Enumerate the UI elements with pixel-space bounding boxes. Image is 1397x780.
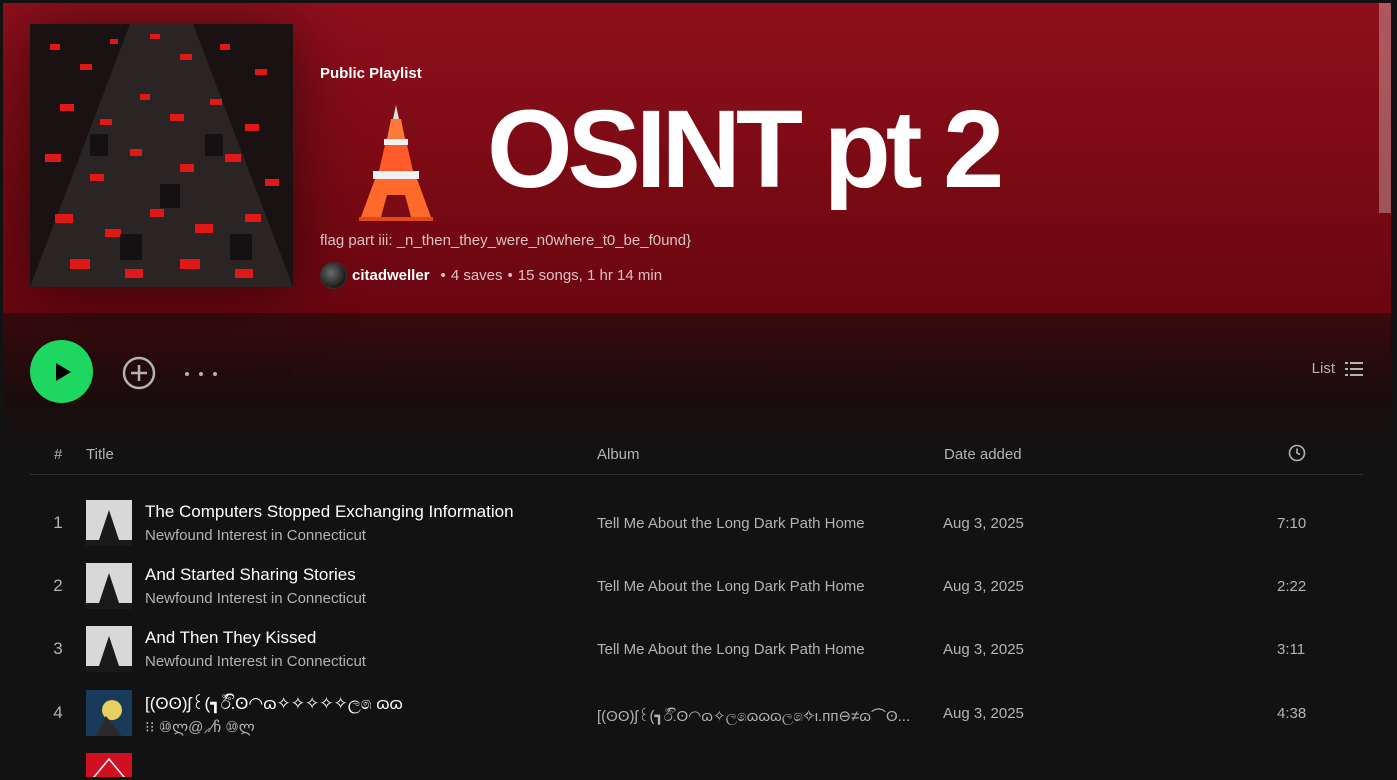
track-artist[interactable]: Newfound Interest in Connecticut (145, 527, 366, 544)
track-title[interactable]: And Then They Kissed (145, 628, 316, 648)
track-row[interactable]: 4 [(ʘʘ)ʃ꒰(┓ඊ.ිʘ◠ɷ✧✧✧✧✧ල෧ ɷɷ ⁝⁝ ⑩ლ@⸝⁄ჩ ⑩ლ… (30, 683, 1363, 746)
column-duration[interactable] (1288, 444, 1306, 466)
track-row[interactable]: 2 And Started Sharing Stories Newfound I… (30, 556, 1363, 619)
track-artist[interactable]: Newfound Interest in Connecticut (145, 590, 366, 607)
track-number: 1 (53, 513, 63, 532)
column-number[interactable]: # (54, 446, 62, 463)
owner-link[interactable]: citadweller (352, 267, 430, 284)
meta-separator: • (440, 266, 446, 284)
track-title[interactable]: And Started Sharing Stories (145, 565, 356, 585)
add-to-library-button[interactable] (121, 355, 157, 391)
track-thumbnail (86, 626, 132, 672)
view-mode-button[interactable]: List (1312, 360, 1363, 377)
track-artist[interactable]: ⁝⁝ ⑩ლ@⸝⁄ჩ ⑩ლ (145, 717, 255, 737)
play-button[interactable] (30, 340, 93, 403)
playlist-title: OSINT pt 2 (487, 88, 1004, 211)
track-album[interactable]: Tell Me About the Long Dark Path Home (597, 515, 865, 532)
playlist-meta: citadweller • 4 saves • 15 songs, 1 hr 1… (320, 261, 662, 289)
track-thumbnail (86, 753, 132, 777)
track-duration: 3:11 (1277, 641, 1306, 658)
column-album[interactable]: Album (597, 446, 640, 463)
column-title[interactable]: Title (86, 446, 114, 463)
action-bar: List (30, 340, 1363, 404)
track-date-added: Aug 3, 2025 (943, 705, 1024, 722)
track-thumbnail (86, 563, 132, 609)
track-thumbnail (86, 500, 132, 546)
tokyo-tower-icon (359, 105, 433, 221)
track-row[interactable] (30, 746, 1363, 777)
dot-icon (213, 372, 217, 376)
track-duration: 4:38 (1277, 705, 1307, 722)
clock-icon (1288, 444, 1306, 462)
owner-avatar[interactable] (320, 261, 347, 289)
list-icon (1345, 361, 1363, 376)
scrollbar-thumb[interactable] (1379, 3, 1391, 213)
app-frame: Public Playlist OSINT pt 2 flag part iii… (3, 3, 1391, 777)
dot-icon (185, 372, 189, 376)
view-mode-label: List (1311, 360, 1335, 377)
meta-separator: • (507, 266, 513, 284)
playlist-stats: 15 songs, 1 hr 14 min (517, 266, 663, 284)
track-duration: 7:10 (1277, 515, 1307, 532)
dot-icon (199, 372, 203, 376)
playlist-type-label: Public Playlist (320, 65, 422, 82)
track-thumbnail (86, 690, 132, 736)
track-number: 2 (53, 576, 63, 595)
saves-count: 4 saves (450, 266, 503, 284)
track-artist[interactable]: Newfound Interest in Connecticut (145, 653, 366, 670)
track-number: 4 (53, 703, 63, 722)
track-title[interactable]: [(ʘʘ)ʃ꒰(┓ඊ.ිʘ◠ɷ✧✧✧✧✧ල෧ ɷɷ (145, 692, 403, 714)
track-album[interactable]: [(ʘʘ)ʃ꒰(┓ඊ.ිʘ◠ɷ✧ල෧ɷɷɷල෧✧ι.ᴨᴨ⊖≠ɷ⌒ʘ... (597, 705, 910, 726)
track-row[interactable]: 3 And Then They Kissed Newfound Interest… (30, 619, 1363, 682)
track-date-added: Aug 3, 2025 (943, 515, 1024, 532)
more-options-button[interactable] (185, 362, 217, 386)
track-duration: 2:22 (1277, 578, 1307, 595)
track-number: 3 (53, 639, 63, 658)
track-row[interactable]: 1 The Computers Stopped Exchanging Infor… (30, 493, 1363, 556)
play-icon (55, 362, 71, 381)
scrollbar[interactable] (1379, 3, 1391, 777)
track-album[interactable]: Tell Me About the Long Dark Path Home (597, 578, 865, 595)
tracklist-header: # Title Album Date added (30, 434, 1363, 475)
track-album[interactable]: Tell Me About the Long Dark Path Home (597, 641, 865, 658)
column-date-added[interactable]: Date added (944, 446, 1022, 463)
track-date-added: Aug 3, 2025 (943, 641, 1024, 658)
playlist-cover-image[interactable] (30, 24, 293, 287)
track-date-added: Aug 3, 2025 (943, 578, 1024, 595)
track-title[interactable]: The Computers Stopped Exchanging Informa… (145, 502, 514, 522)
playlist-description: flag part iii: _n_then_they_were_n0where… (320, 232, 692, 249)
